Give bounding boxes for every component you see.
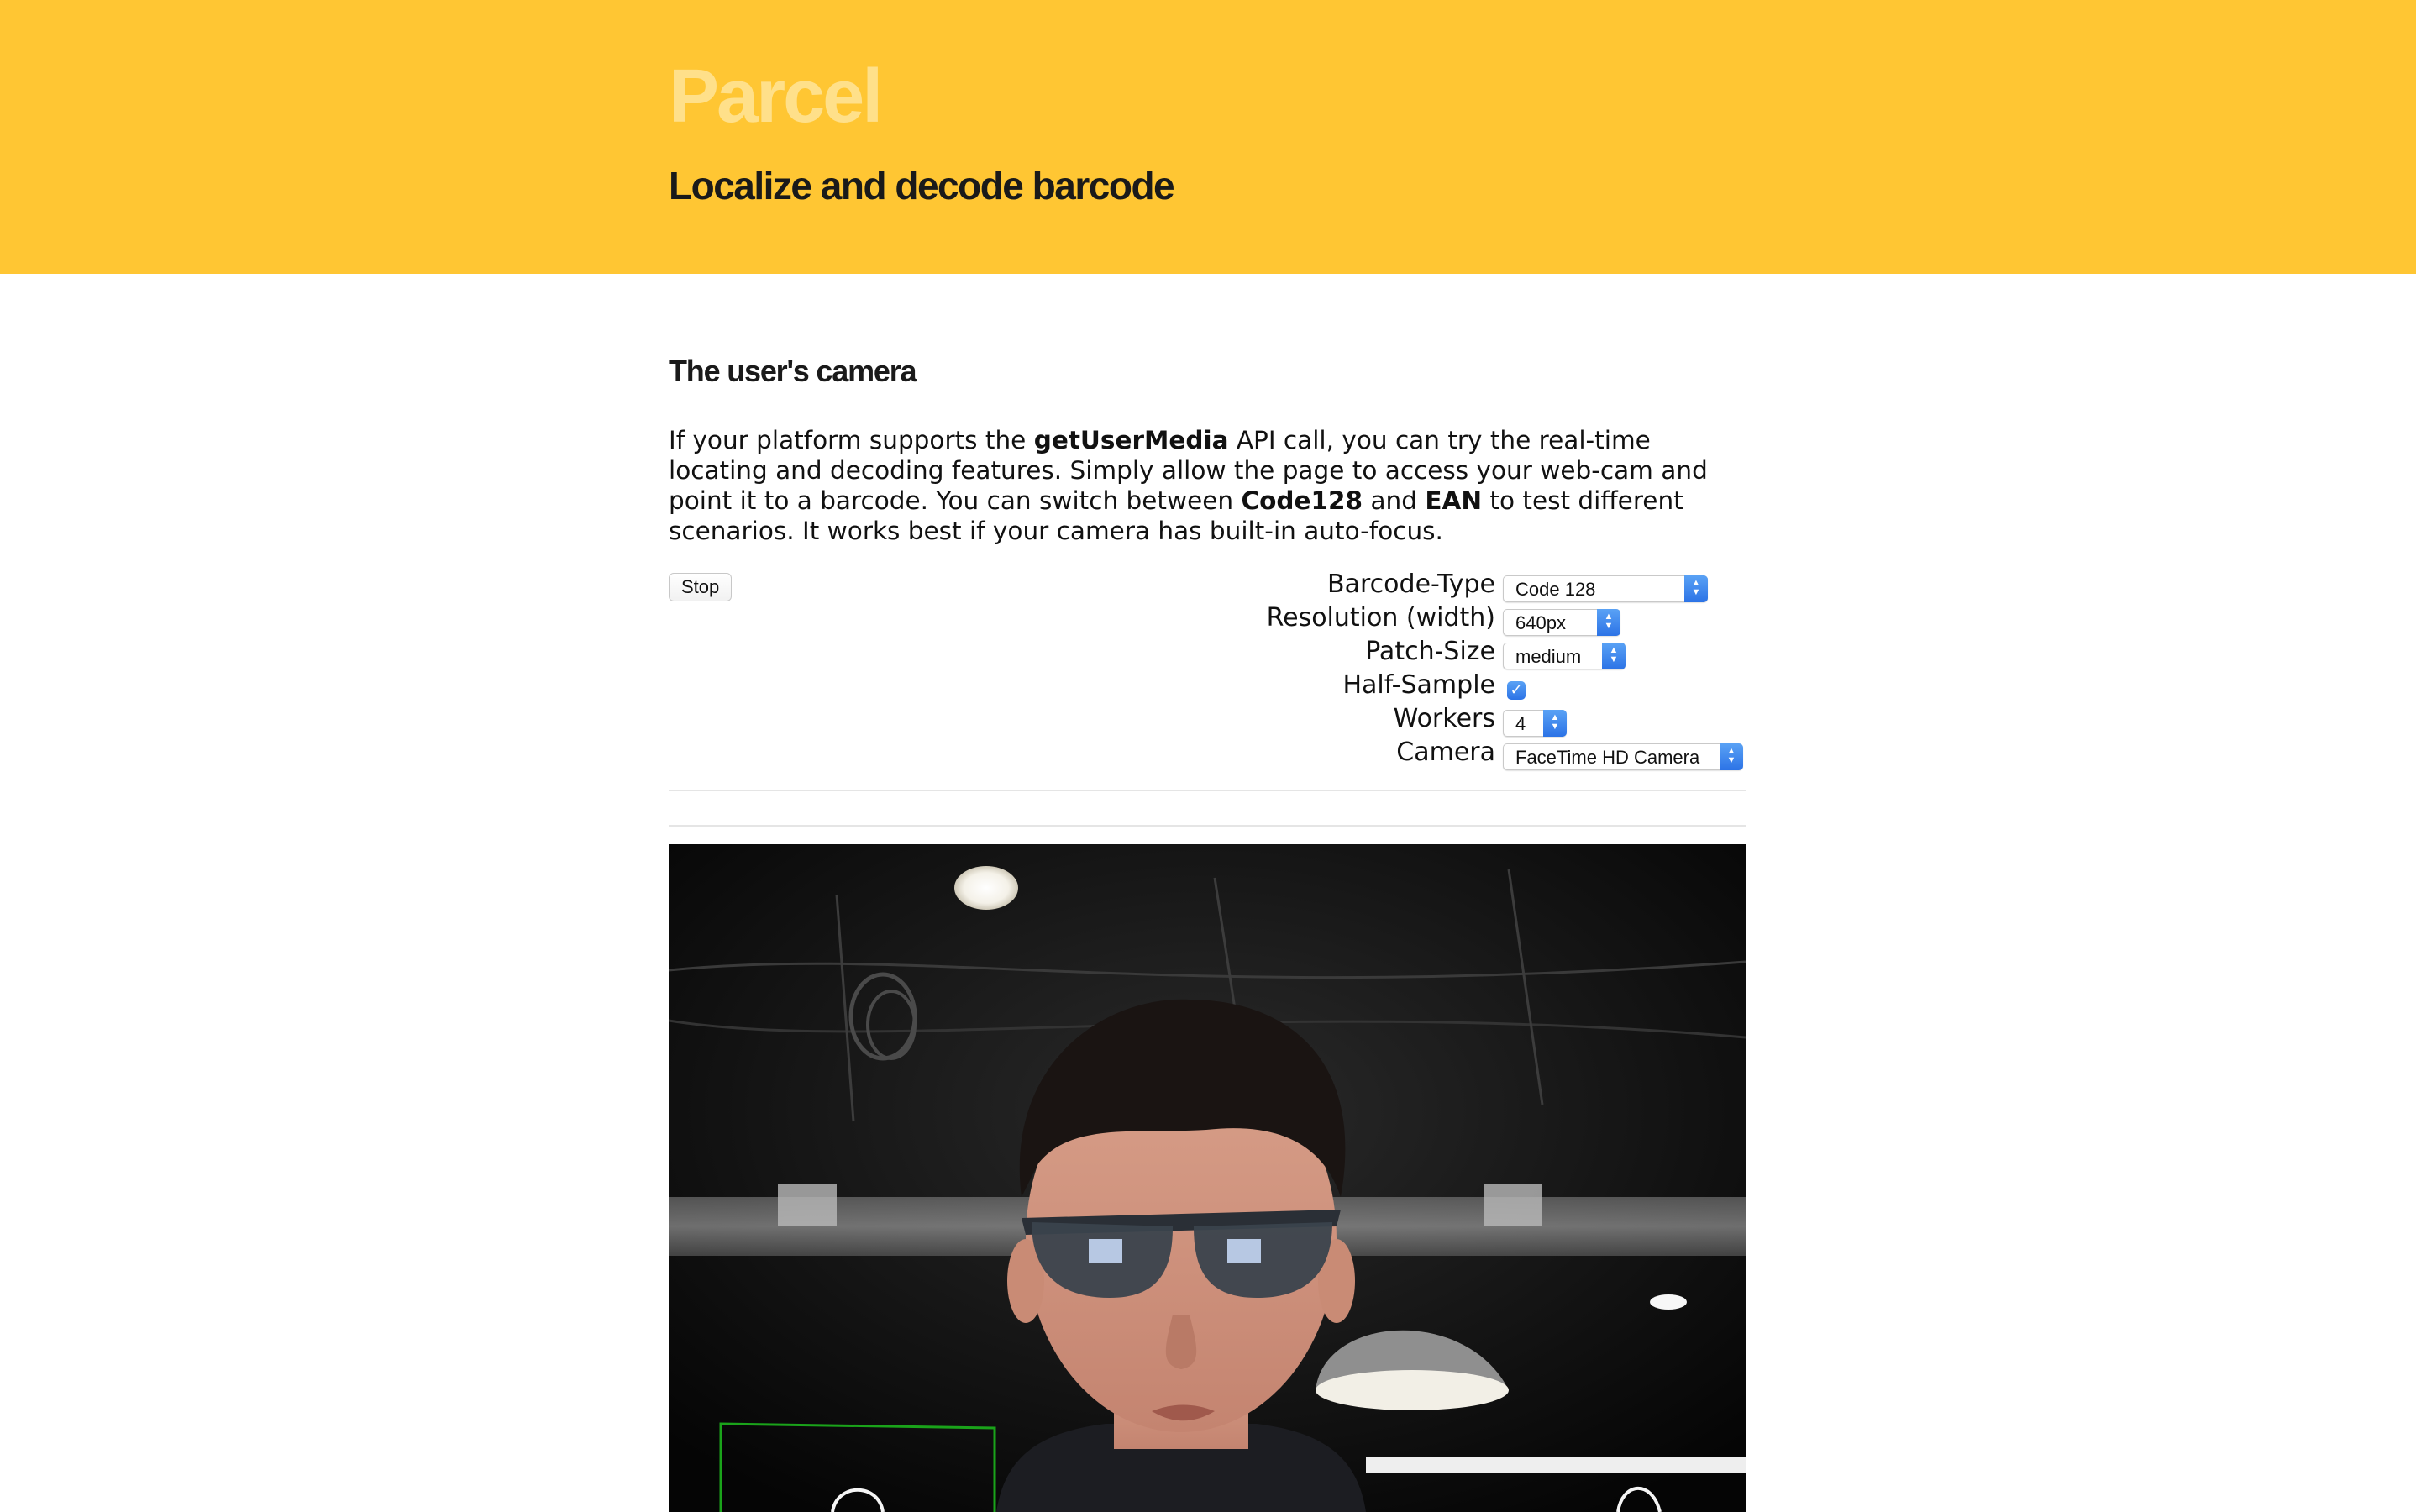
barcode-type-value: Code 128: [1515, 579, 1596, 600]
main-content: The user's camera If your platform suppo…: [669, 353, 1746, 545]
intro-bold-getusermedia: getUserMedia: [1033, 426, 1229, 454]
control-resolution: Resolution (width) 640px ▲ ▼: [1193, 601, 1747, 636]
workers-label: Workers: [1393, 704, 1495, 733]
half-sample-checkbox[interactable]: ✓: [1507, 681, 1526, 700]
intro-bold-code128: Code128: [1241, 486, 1363, 515]
select-arrows-icon: ▲ ▼: [1684, 575, 1708, 602]
select-arrows-icon: ▲ ▼: [1597, 609, 1620, 636]
select-arrows-icon: ▲ ▼: [1602, 643, 1626, 669]
page-header: Parcel Localize and decode barcode: [0, 0, 2416, 274]
patch-size-label: Patch-Size: [1365, 637, 1495, 666]
camera-value: FaceTime HD Camera: [1515, 747, 1700, 768]
control-workers: Workers 4 ▲ ▼: [1193, 702, 1747, 737]
resolution-value: 640px: [1515, 612, 1566, 633]
select-arrows-icon: ▲ ▼: [1720, 743, 1743, 770]
divider: [669, 790, 1746, 791]
brand-title: Parcel: [669, 55, 883, 139]
page-tagline: Localize and decode barcode: [669, 164, 1175, 207]
camera-viewport: [669, 844, 1746, 1512]
camera-label: Camera: [1396, 738, 1495, 767]
resolution-label: Resolution (width): [1266, 603, 1495, 633]
camera-select[interactable]: FaceTime HD Camera ▲ ▼: [1503, 743, 1743, 770]
control-camera: Camera FaceTime HD Camera ▲ ▼: [1193, 736, 1747, 770]
workers-select[interactable]: 4 ▲ ▼: [1503, 710, 1567, 737]
patch-size-select[interactable]: medium ▲ ▼: [1503, 643, 1626, 669]
intro-text: and: [1363, 486, 1426, 515]
intro-text: If your platform supports the: [669, 426, 1034, 454]
control-patch-size: Patch-Size medium ▲ ▼: [1193, 635, 1747, 669]
resolution-select[interactable]: 640px ▲ ▼: [1503, 609, 1620, 636]
section-title: The user's camera: [669, 354, 917, 388]
stop-button[interactable]: Stop: [669, 573, 733, 601]
barcode-type-label: Barcode-Type: [1327, 570, 1495, 599]
control-half-sample: Half-Sample ✓: [1193, 669, 1747, 702]
patch-size-value: medium: [1515, 646, 1582, 667]
camera-feed-icon: [669, 844, 1746, 1512]
half-sample-label: Half-Sample: [1342, 670, 1495, 700]
select-arrows-icon: ▲ ▼: [1543, 710, 1567, 737]
barcode-type-select[interactable]: Code 128 ▲ ▼: [1503, 575, 1708, 602]
intro-bold-ean: EAN: [1425, 486, 1483, 515]
workers-value: 4: [1515, 713, 1526, 734]
control-barcode-type: Barcode-Type Code 128 ▲ ▼: [1193, 568, 1747, 602]
divider: [669, 825, 1746, 827]
intro-paragraph: If your platform supports the getUserMed…: [669, 425, 1746, 546]
